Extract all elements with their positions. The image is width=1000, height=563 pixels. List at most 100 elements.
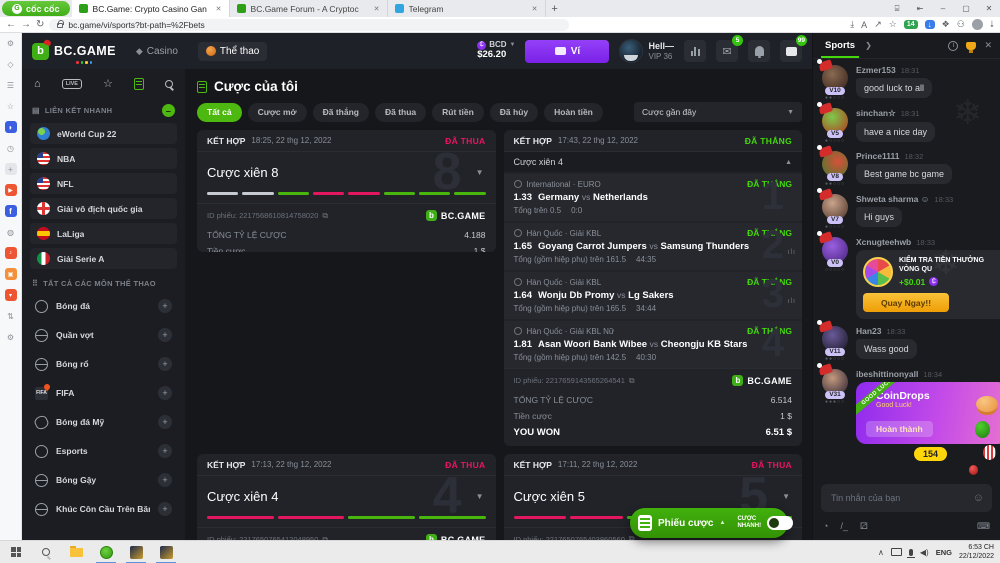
emoji-icon[interactable]: ☺ xyxy=(973,492,984,504)
tab-close-icon[interactable]: ✕ xyxy=(216,5,222,13)
menu-icon[interactable]: ☰ xyxy=(5,79,17,91)
tab-bcgame-forum[interactable]: BC.Game Forum - A Cryptoc ✕ xyxy=(230,0,388,17)
collapse-chevron-icon[interactable]: ▲ xyxy=(785,159,792,166)
info-icon[interactable]: i xyxy=(948,41,958,51)
sort-dropdown[interactable]: Cược gần đây ▼ xyxy=(634,102,802,122)
coin-drop-icon[interactable]: ◔ xyxy=(823,521,828,531)
app-taskbar-button[interactable] xyxy=(152,541,180,563)
copy-icon[interactable]: ⧉ xyxy=(322,211,328,221)
coccoc-points-badge[interactable]: 14 xyxy=(904,20,918,29)
sidebar-item-tennis[interactable]: Quần vợt + xyxy=(30,323,177,347)
expand-chevron-icon[interactable]: ▼ xyxy=(782,492,790,501)
search-icon[interactable] xyxy=(165,80,173,88)
cart-icon[interactable]: ▣ xyxy=(5,268,17,280)
close-button[interactable]: ✕ xyxy=(978,0,1000,17)
bookmark-star-icon[interactable]: ☆ xyxy=(889,19,897,30)
sidebar-item-nfl[interactable]: NFL xyxy=(30,173,177,194)
reload-button[interactable]: ↻ xyxy=(36,20,44,30)
tab-close-icon[interactable]: ✕ xyxy=(532,5,538,13)
video-download-button[interactable]: ↓ xyxy=(925,20,935,29)
sidebar-item-cricket[interactable]: Bóng Gậy + xyxy=(30,468,177,492)
bet-card[interactable]: KẾT HỢP 17:13, 22 thg 12, 2022 ĐÃ THUA 4… xyxy=(197,454,496,540)
filter-open[interactable]: Cược mở xyxy=(248,103,307,122)
tray-expand-icon[interactable]: ∧ xyxy=(878,548,884,557)
save-page-icon[interactable]: ⤓ xyxy=(850,19,854,30)
user-profile[interactable]: Hell— VIP 36 xyxy=(619,39,674,63)
filter-cancelled[interactable]: Đã hủy xyxy=(490,103,538,122)
chat-input[interactable] xyxy=(829,492,967,504)
balance-selector[interactable]: ₵ BCD ▼ $26.20 xyxy=(477,41,515,60)
back-button[interactable]: ← xyxy=(6,20,16,30)
my-bets-icon[interactable] xyxy=(134,78,144,90)
coindrops-complete-button[interactable]: Hoàn thành xyxy=(866,421,933,437)
live-icon[interactable]: LIVE xyxy=(62,79,82,89)
expand-plus-icon[interactable]: + xyxy=(158,328,172,342)
gif-keyboard-icon[interactable]: ⌨ xyxy=(977,521,990,532)
tab-search-icon[interactable]: ⇤ xyxy=(909,0,931,17)
coccoc-menu-button[interactable]: G cốc cốc xyxy=(2,1,70,16)
filter-all[interactable]: Tất cả xyxy=(197,103,242,122)
expand-plus-icon[interactable]: + xyxy=(158,444,172,458)
add-panel-icon[interactable]: + xyxy=(5,163,17,175)
expand-plus-icon[interactable]: + xyxy=(158,415,172,429)
stats-button[interactable] xyxy=(684,40,706,62)
chat-input-box[interactable]: ☺ xyxy=(821,484,992,512)
volume-tray-icon[interactable]: ◀) xyxy=(920,548,929,557)
gear-icon[interactable]: ⚙ xyxy=(5,37,17,49)
spin-now-button[interactable]: Quay Ngay!! xyxy=(863,293,949,312)
restore-button[interactable]: ▢ xyxy=(955,0,977,17)
url-field[interactable]: bc.game/vi/sports?bt-path=%2Fbets xyxy=(49,19,569,31)
expand-plus-icon[interactable]: + xyxy=(158,299,172,313)
quick-bet-toggle[interactable] xyxy=(767,516,793,530)
expand-plus-icon[interactable]: + xyxy=(158,502,172,516)
sidebar-item-american-football[interactable]: Bóng đá Mỹ + xyxy=(30,410,177,434)
bet-card-expanded[interactable]: KẾT HỢP 17:43, 22 thg 12, 2022 ĐÃ THẮNG … xyxy=(504,130,803,446)
minimize-button[interactable]: – xyxy=(932,0,954,17)
sidebar-item-esports[interactable]: Esports + xyxy=(30,439,177,463)
close-chat-icon[interactable]: ✕ xyxy=(984,40,992,51)
coccoc-taskbar-button[interactable] xyxy=(92,541,120,563)
bet-card[interactable]: KẾT HỢP 18:25, 22 thg 12, 2022 ĐÃ THUA 8… xyxy=(197,130,496,252)
filter-lost[interactable]: Đã thua xyxy=(375,103,426,122)
rail-settings-icon[interactable]: ⚙ xyxy=(5,331,17,343)
translate-icon[interactable]: A xyxy=(861,20,867,30)
stats-icon[interactable]: ılı xyxy=(788,298,796,305)
collapse-quick-links-button[interactable]: – xyxy=(162,104,175,117)
facebook-icon[interactable]: f xyxy=(5,205,17,217)
stats-icon[interactable]: ılı xyxy=(788,249,796,256)
pin-icon[interactable]: ▾ xyxy=(5,289,17,301)
filter-refund[interactable]: Hoàn tiền xyxy=(544,103,603,122)
chevron-right-icon[interactable]: ❯ xyxy=(865,41,872,50)
home-icon[interactable]: ⌂ xyxy=(34,78,41,90)
expand-plus-icon[interactable]: + xyxy=(158,386,172,400)
youtube-icon[interactable]: ▶ xyxy=(5,184,17,196)
sidebar-item-laliga[interactable]: LaLiga xyxy=(30,223,177,244)
sidebar-item-serie-a[interactable]: Giải Serie A xyxy=(30,248,177,269)
tab-close-icon[interactable]: ✕ xyxy=(374,5,380,13)
app-taskbar-button[interactable] xyxy=(122,541,150,563)
expand-plus-icon[interactable]: + xyxy=(158,357,172,371)
forward-button[interactable]: → xyxy=(21,20,31,30)
language-indicator[interactable]: ENG xyxy=(936,548,952,557)
taskbar-search-button[interactable] xyxy=(32,541,60,563)
copy-icon[interactable]: ⧉ xyxy=(629,376,635,386)
notifications-button[interactable] xyxy=(748,40,770,62)
expand-plus-icon[interactable]: + xyxy=(158,473,172,487)
chat-toggle-button[interactable]: 99 xyxy=(780,40,802,62)
betslip-button[interactable]: Phiếu cược ▲ CƯỢC NHANH! xyxy=(630,508,788,538)
reader-mode-icon[interactable]: ⌸ xyxy=(886,0,908,17)
slash-command-icon[interactable]: /_ xyxy=(840,521,848,531)
tab-bcgame[interactable]: BC.Game: Crypto Casino Gan ✕ xyxy=(72,0,230,17)
sidebar-item-eworldcup[interactable]: eWorld Cup 22 xyxy=(30,123,177,144)
downloads-tray-icon[interactable]: ⭣ xyxy=(990,19,994,30)
file-explorer-button[interactable] xyxy=(62,541,90,563)
dice-icon[interactable]: ⚂ xyxy=(860,521,868,532)
shield-icon[interactable]: ◇ xyxy=(5,58,17,70)
profile-avatar[interactable] xyxy=(972,19,983,30)
messenger-icon[interactable]: ◗ xyxy=(5,121,17,133)
tiktok-icon[interactable]: ♪ xyxy=(5,247,17,259)
filter-cashout[interactable]: Rút tiền xyxy=(432,103,484,122)
clock[interactable]: 6:53 CH 22/12/2022 xyxy=(959,543,994,561)
share-icon[interactable]: ↗ xyxy=(874,19,882,30)
spin-bonus-card[interactable]: KIỂM TRA TIỀN THƯỞNG VÒNG QU +$0.01₵ Qua… xyxy=(856,250,1000,319)
